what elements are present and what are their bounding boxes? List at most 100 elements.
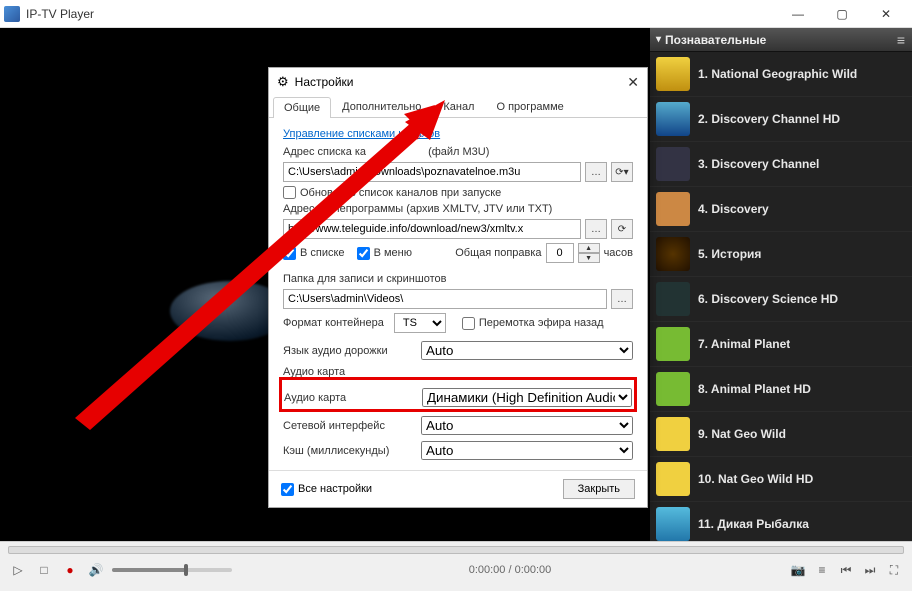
- channel-sidebar: ▾ Познавательные ≡ 1. National Geographi…: [650, 28, 912, 541]
- seek-bar[interactable]: [8, 546, 904, 554]
- channel-item[interactable]: 6. Discovery Science HD: [650, 277, 912, 322]
- browse-rec-folder-button[interactable]: …: [611, 289, 633, 309]
- channel-item[interactable]: 8. Animal Planet HD: [650, 367, 912, 412]
- audio-card-label-v: Аудио карта: [284, 392, 414, 404]
- channel-label: 8. Animal Planet HD: [698, 382, 811, 396]
- tab-general[interactable]: Общие: [273, 97, 331, 118]
- audio-card-select[interactable]: Динамики (High Definition Audio De: [422, 388, 632, 407]
- close-settings-button[interactable]: Закрыть: [563, 479, 635, 499]
- chevron-down-icon: ▾: [656, 34, 661, 45]
- channel-label: 9. Nat Geo Wild: [698, 427, 786, 441]
- next-button[interactable]: ⏭: [860, 560, 880, 580]
- all-settings-label: Все настройки: [298, 483, 372, 495]
- stop-button[interactable]: □: [34, 560, 54, 580]
- close-window-button[interactable]: ✕: [864, 0, 908, 28]
- manage-channel-lists-link[interactable]: Управление списками каналов: [283, 128, 440, 140]
- channel-thumb: [656, 102, 690, 136]
- mute-button[interactable]: 🔊: [86, 560, 106, 580]
- browse-tvg-button[interactable]: …: [585, 219, 607, 239]
- in-list-checkbox[interactable]: [283, 247, 296, 260]
- channel-list[interactable]: 1. National Geographic Wild 2. Discovery …: [650, 52, 912, 541]
- rec-folder-input[interactable]: [283, 289, 607, 309]
- channel-item[interactable]: 11. Дикая Рыбалка: [650, 502, 912, 541]
- maximize-button[interactable]: ▢: [820, 0, 864, 28]
- channel-label: 5. История: [698, 247, 761, 261]
- rewind-checkbox[interactable]: [462, 317, 475, 330]
- play-button[interactable]: ▷: [8, 560, 28, 580]
- player-bar: ▷ □ ● 🔊 0:00:00 / 0:00:00 📷 ≡ ⏮ ⏭ ⛶: [0, 541, 912, 591]
- m3u-label-tail: (файл M3U): [428, 146, 489, 158]
- audio-lang-label: Язык аудио дорожки: [283, 345, 413, 357]
- tvg-label-head: Адрес: [283, 203, 315, 215]
- channel-thumb: [656, 237, 690, 271]
- browse-m3u-button[interactable]: …: [585, 162, 607, 182]
- tab-extra[interactable]: Дополнительно: [331, 96, 432, 117]
- screenshot-button[interactable]: 📷: [788, 560, 808, 580]
- channel-label: 11. Дикая Рыбалка: [698, 517, 809, 531]
- dialog-titlebar[interactable]: ⚙ Настройки ✕: [269, 68, 647, 96]
- channel-thumb: [656, 462, 690, 496]
- refresh-m3u-button[interactable]: ⟳▾: [611, 162, 633, 182]
- playlist-button[interactable]: ≡: [812, 560, 832, 580]
- channel-label: 6. Discovery Science HD: [698, 292, 838, 306]
- container-label: Формат контейнера: [283, 317, 384, 329]
- offset-unit: часов: [604, 247, 633, 259]
- window-titlebar: IP-TV Player — ▢ ✕: [0, 0, 912, 28]
- tab-channel[interactable]: Канал: [432, 96, 485, 117]
- channel-thumb: [656, 327, 690, 361]
- record-button[interactable]: ●: [60, 560, 80, 580]
- channel-label: 4. Discovery: [698, 202, 769, 216]
- in-menu-checkbox[interactable]: [357, 247, 370, 260]
- offset-up-button[interactable]: ▲: [578, 243, 600, 253]
- channel-thumb: [656, 417, 690, 451]
- channel-item[interactable]: 9. Nat Geo Wild: [650, 412, 912, 457]
- sidebar-menu-icon[interactable]: ≡: [897, 32, 906, 48]
- offset-down-button[interactable]: ▼: [578, 253, 600, 263]
- channel-item[interactable]: 7. Animal Planet: [650, 322, 912, 367]
- channel-thumb: [656, 192, 690, 226]
- refresh-on-start-label: Обновлять список каналов при запуске: [300, 187, 501, 199]
- dialog-close-button[interactable]: ✕: [627, 74, 639, 91]
- cache-select[interactable]: Auto: [421, 441, 633, 460]
- all-settings-checkbox[interactable]: [281, 483, 294, 496]
- tab-bar: Общие Дополнительно Канал О программе: [269, 96, 647, 118]
- dialog-footer: Все настройки Закрыть: [269, 470, 647, 507]
- audio-lang-select[interactable]: Auto: [421, 341, 633, 360]
- tvg-url-input[interactable]: [283, 219, 581, 239]
- sidebar-category-header[interactable]: ▾ Познавательные ≡: [650, 28, 912, 52]
- fullscreen-button[interactable]: ⛶: [884, 560, 904, 580]
- channel-thumb: [656, 147, 690, 181]
- m3u-label-head: Адрес списка ка: [283, 146, 366, 158]
- refresh-on-start-checkbox[interactable]: [283, 186, 296, 199]
- tab-about[interactable]: О программе: [485, 96, 574, 117]
- category-title: Познавательные: [665, 33, 766, 47]
- window-title: IP-TV Player: [26, 7, 776, 21]
- channel-item[interactable]: 2. Discovery Channel HD: [650, 97, 912, 142]
- container-select[interactable]: TS: [394, 313, 446, 333]
- rewind-label: Перемотка эфира назад: [479, 317, 604, 329]
- channel-thumb: [656, 282, 690, 316]
- channel-item[interactable]: 10. Nat Geo Wild HD: [650, 457, 912, 502]
- tvg-label-tail: телепрограммы (архив XMLTV, JTV или TXT): [323, 203, 553, 215]
- channel-label: 1. National Geographic Wild: [698, 67, 857, 81]
- channel-thumb: [656, 507, 690, 541]
- minimize-button[interactable]: —: [776, 0, 820, 28]
- channel-label: 7. Animal Planet: [698, 337, 790, 351]
- time-display: 0:00:00 / 0:00:00: [238, 564, 782, 576]
- channel-item[interactable]: 5. История: [650, 232, 912, 277]
- refresh-tvg-button[interactable]: ⟳: [611, 219, 633, 239]
- in-list-label: В списке: [300, 247, 345, 259]
- m3u-path-input[interactable]: [283, 162, 581, 182]
- cache-label: Кэш (миллисекунды): [283, 445, 413, 457]
- volume-slider[interactable]: [112, 568, 232, 572]
- dialog-title: Настройки: [295, 75, 354, 89]
- channel-label: 3. Discovery Channel: [698, 157, 819, 171]
- channel-item[interactable]: 1. National Geographic Wild: [650, 52, 912, 97]
- channel-item[interactable]: 3. Discovery Channel: [650, 142, 912, 187]
- rec-folder-label: Папка для записи и скриншотов: [283, 273, 446, 285]
- net-iface-select[interactable]: Auto: [421, 416, 633, 435]
- prev-button[interactable]: ⏮: [836, 560, 856, 580]
- channel-item[interactable]: 4. Discovery: [650, 187, 912, 232]
- offset-input[interactable]: [546, 243, 574, 263]
- audio-card-label: Аудио карта: [282, 365, 414, 379]
